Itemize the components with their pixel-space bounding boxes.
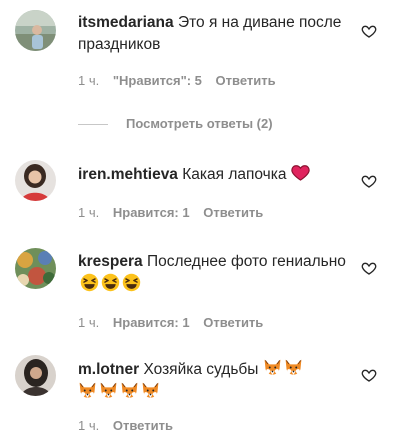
user-avatar[interactable] — [15, 248, 56, 289]
comment-meta: 1 ч. Нравится: 1 Ответить — [78, 205, 273, 220]
comment-username[interactable]: itsmedariana — [78, 14, 174, 31]
comment-likes[interactable]: Нравится: 1 — [113, 315, 190, 330]
comment-time[interactable]: 1 ч. — [78, 73, 99, 88]
comment-text: krespera Последнее фото гениально — [78, 251, 348, 296]
red-heart-icon — [291, 163, 310, 182]
comment-meta: 1 ч. Ответить — [78, 418, 183, 433]
comment-time[interactable]: 1 ч. — [78, 418, 99, 433]
comment-body: Хозяйка судьбы — [143, 361, 259, 378]
comment-time[interactable]: 1 ч. — [78, 205, 99, 220]
reply-button[interactable]: Ответить — [113, 418, 173, 433]
user-avatar[interactable] — [15, 10, 56, 51]
comment-text: itsmedariana Это я на диване после празд… — [78, 12, 348, 56]
like-heart-icon[interactable] — [361, 367, 377, 383]
reply-button[interactable]: Ответить — [216, 73, 276, 88]
like-heart-icon[interactable] — [361, 173, 377, 189]
comment-likes[interactable]: Нравится: 1 — [113, 205, 190, 220]
fox-face-icon — [141, 381, 160, 400]
divider-line — [78, 124, 108, 126]
comment-username[interactable]: krespera — [78, 253, 143, 270]
comment-body: Последнее фото гениально — [146, 253, 346, 270]
like-heart-icon[interactable] — [361, 260, 377, 276]
reply-button[interactable]: Ответить — [203, 315, 263, 330]
comment-body: Какая лапочка — [182, 166, 287, 183]
view-replies-button[interactable]: Посмотреть ответы (2) — [78, 116, 273, 134]
user-avatar[interactable] — [15, 355, 56, 396]
comment-username[interactable]: m.lotner — [78, 361, 139, 378]
fox-face-icon — [263, 358, 282, 377]
user-avatar[interactable] — [15, 160, 56, 201]
comment-meta: 1 ч. Нравится: 1 Ответить — [78, 315, 273, 330]
laughing-squint-face-icon — [101, 273, 120, 292]
reply-button[interactable]: Ответить — [203, 205, 263, 220]
fox-face-icon — [78, 381, 97, 400]
comment-username[interactable]: iren.mehtieva — [78, 166, 178, 183]
laughing-squint-face-icon — [80, 273, 99, 292]
comment-likes[interactable]: "Нравится": 5 — [113, 73, 202, 88]
fox-face-icon — [99, 381, 118, 400]
comment-time[interactable]: 1 ч. — [78, 315, 99, 330]
fox-face-icon — [284, 358, 303, 377]
view-replies-label: Посмотреть ответы (2) — [126, 116, 273, 131]
comment-text: iren.mehtieva Какая лапочка — [78, 163, 348, 186]
comment-meta: 1 ч. "Нравится": 5 Ответить — [78, 73, 286, 88]
laughing-squint-face-icon — [122, 273, 141, 292]
comment-text: m.lotner Хозяйка судьбы — [78, 358, 348, 404]
fox-face-icon — [120, 381, 139, 400]
like-heart-icon[interactable] — [361, 23, 377, 39]
